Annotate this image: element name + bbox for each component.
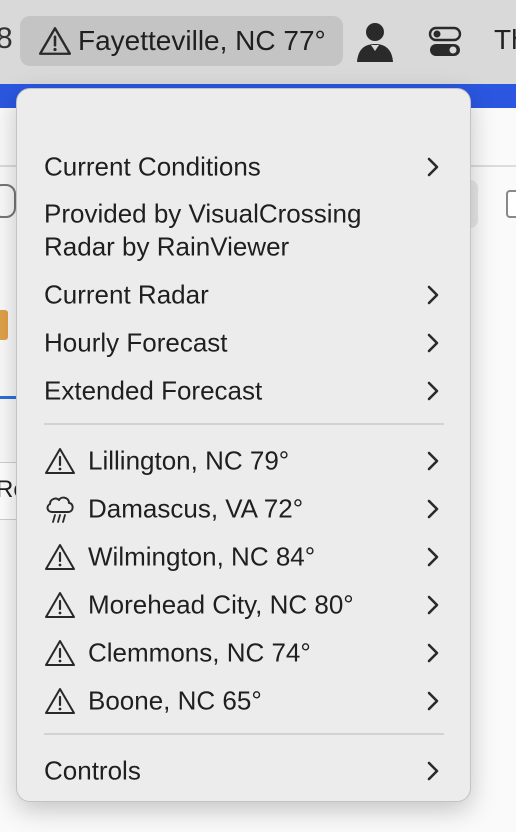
- menu-item-label: Current Conditions: [44, 151, 261, 182]
- chevron-right-icon: [427, 547, 439, 567]
- location-item-clemmons[interactable]: Clemmons, NC 74°: [17, 630, 470, 676]
- location-label: Wilmington, NC 84°: [88, 541, 316, 572]
- user-silhouette-icon[interactable]: [352, 18, 398, 64]
- location-label: Clemmons, NC 74°: [88, 637, 311, 668]
- menu-bar-edge-fragment: 8: [0, 22, 13, 55]
- cloud-rain-icon: [46, 496, 74, 523]
- menu-item-hourly-forecast[interactable]: Hourly Forecast: [17, 320, 470, 366]
- menu-item-extended-forecast[interactable]: Extended Forecast: [17, 368, 470, 414]
- chevron-right-icon: [427, 691, 439, 711]
- menu-item-controls[interactable]: Controls: [17, 748, 470, 794]
- menu-item-label: Controls: [44, 755, 141, 786]
- location-label: Lillington, NC 79°: [88, 445, 290, 476]
- chevron-right-icon: [427, 285, 439, 305]
- chevron-right-icon: [427, 643, 439, 663]
- warning-triangle-icon: [45, 640, 75, 666]
- warning-triangle-icon: [45, 688, 75, 714]
- menu-item-label: Hourly Forecast: [44, 327, 228, 358]
- chevron-right-icon: [427, 333, 439, 353]
- chevron-right-icon: [427, 595, 439, 615]
- location-label: Damascus, VA 72°: [88, 493, 304, 524]
- warning-triangle-icon: [45, 592, 75, 618]
- location-item-damascus[interactable]: Damascus, VA 72°: [17, 486, 470, 532]
- background-orange-mark: [0, 310, 8, 340]
- background-link-underline: [0, 396, 16, 399]
- chevron-right-icon: [427, 451, 439, 471]
- background-edge-icon: [0, 184, 16, 218]
- control-center-toggle-icon[interactable]: [428, 26, 462, 58]
- menu-item-current-radar[interactable]: Current Radar: [17, 272, 470, 318]
- menu-bar-clipped-item[interactable]: Th: [494, 24, 516, 56]
- chevron-right-icon: [427, 381, 439, 401]
- location-label: Morehead City, NC 80°: [88, 589, 354, 620]
- weather-status-item[interactable]: Fayetteville, NC 77°: [20, 16, 343, 66]
- warning-triangle-icon: [38, 27, 72, 55]
- chevron-right-icon: [427, 499, 439, 519]
- warning-triangle-icon: [45, 544, 75, 570]
- location-item-wilmington[interactable]: Wilmington, NC 84°: [17, 534, 470, 580]
- warning-triangle-icon: [45, 448, 75, 474]
- menu-item-label: Current Radar: [44, 279, 209, 310]
- menu-separator: [44, 733, 444, 735]
- menu-item-current-conditions[interactable]: Current Conditions: [17, 144, 470, 190]
- weather-dropdown-menu: Current Conditions Provided by VisualCro…: [16, 88, 471, 802]
- menu-item-radar-by: Radar by RainViewer: [17, 224, 470, 270]
- location-label: Boone, NC 65°: [88, 685, 262, 716]
- status-title: Fayetteville, NC 77°: [78, 25, 326, 56]
- menu-item-label: Extended Forecast: [44, 375, 263, 406]
- menu-bar: 8 Fayetteville, NC 77° Th: [0, 0, 516, 84]
- background-checkbox: [506, 190, 516, 218]
- menu-separator: [44, 423, 444, 425]
- chevron-right-icon: [427, 761, 439, 781]
- location-item-lillington[interactable]: Lillington, NC 79°: [17, 438, 470, 484]
- location-item-morehead-city[interactable]: Morehead City, NC 80°: [17, 582, 470, 628]
- chevron-right-icon: [427, 157, 439, 177]
- menu-item-label: Radar by RainViewer: [44, 231, 290, 262]
- location-item-boone[interactable]: Boone, NC 65°: [17, 678, 470, 724]
